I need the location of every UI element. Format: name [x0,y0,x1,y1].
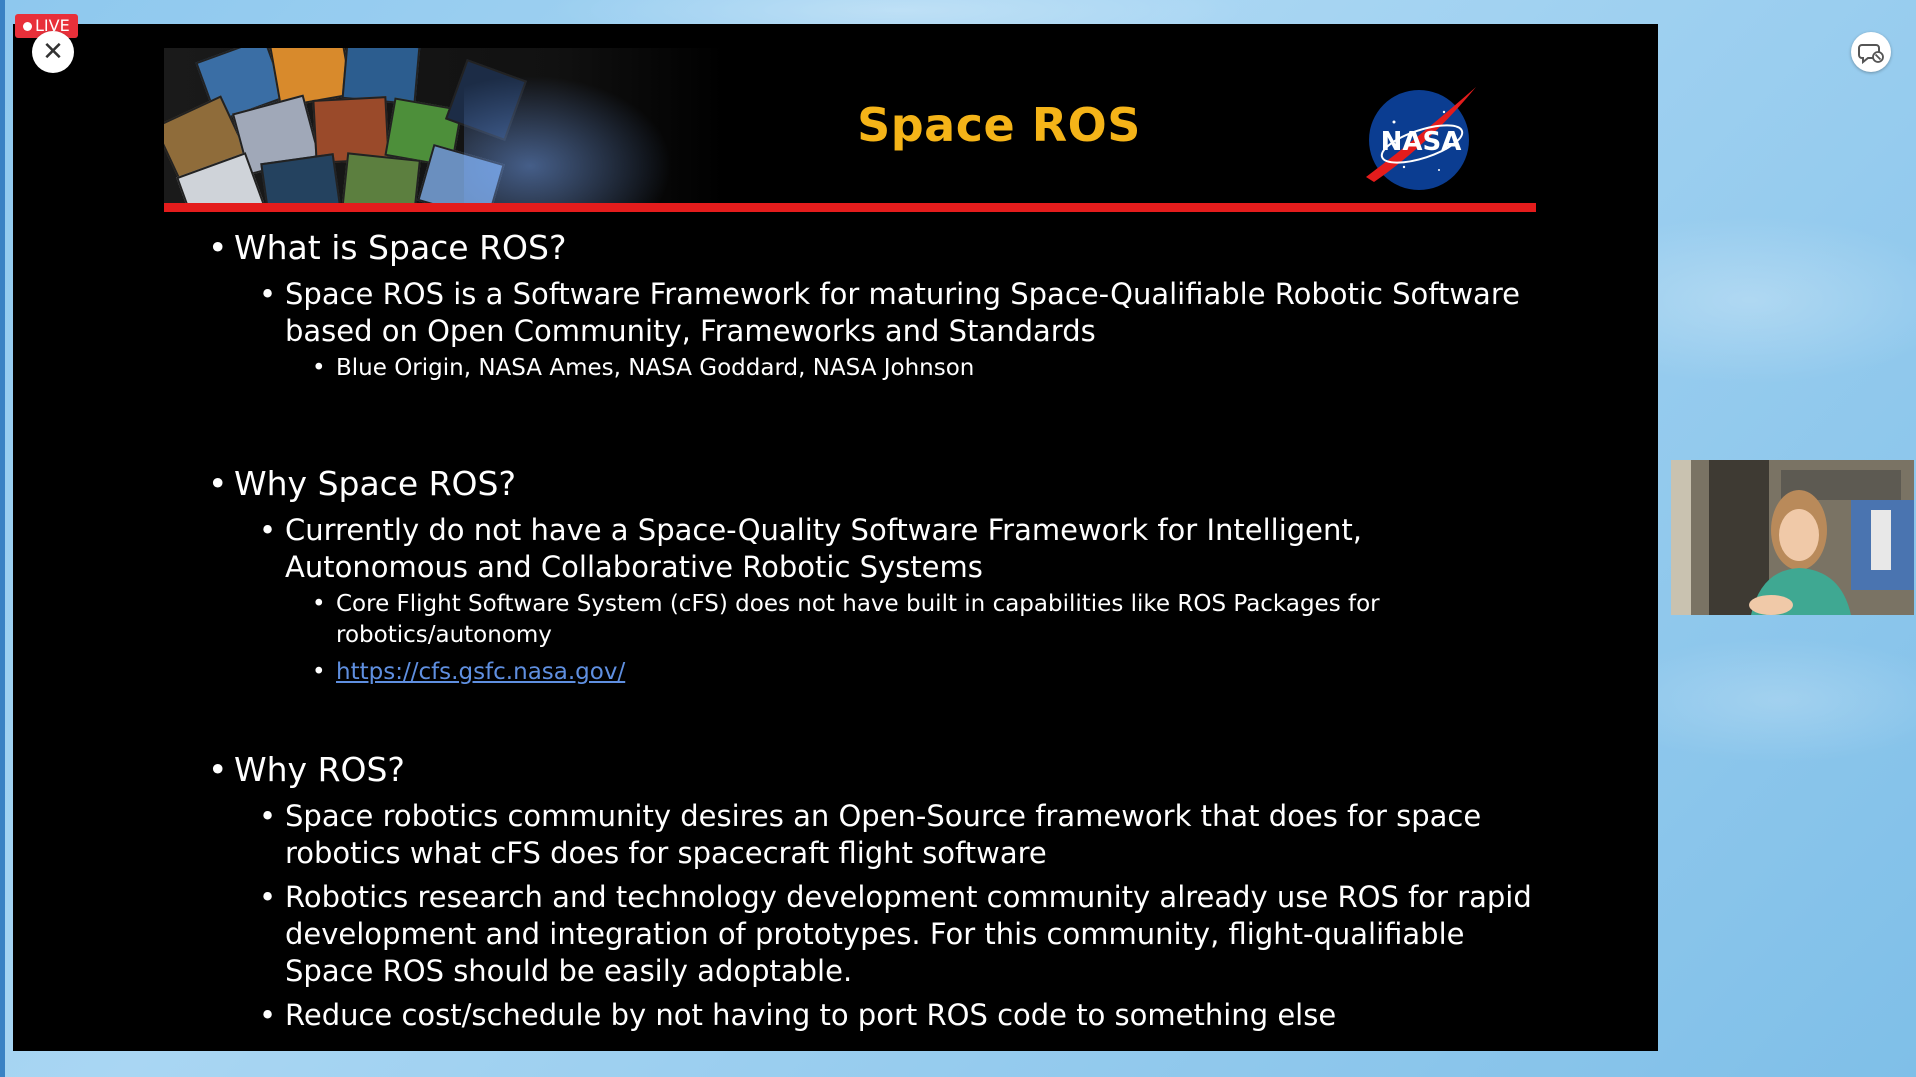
collage-tile [260,153,342,203]
section-heading: • Why Space ROS? [208,464,516,503]
live-indicator-icon [23,22,32,31]
point-line: robotics what cFS does for spacecraft fl… [285,836,1047,870]
bullet-point: • Robotics research and technology devel… [259,879,1532,990]
heading-text: Why ROS? [234,750,405,789]
bullet-icon: • [259,277,277,311]
sub-bullet: • https://cfs.gsfc.nasa.gov/ [312,657,625,688]
bullet-icon: • [312,591,326,617]
nasa-logo: NASA [1364,82,1479,197]
sub-bullet: • Blue Origin, NASA Ames, NASA Goddard, … [312,353,975,384]
chat-button[interactable] [1851,32,1891,72]
heading-text: Why Space ROS? [234,464,516,503]
close-button[interactable]: ✕ [32,31,74,73]
bullet-icon: • [259,799,277,833]
sub-line: Core Flight Software System (cFS) does n… [336,591,1380,617]
window-edge [0,0,5,1077]
point-line: Reduce cost/schedule by not having to po… [285,998,1337,1032]
heading-text: What is Space ROS? [234,228,567,267]
bullet-icon: • [259,880,277,914]
bullet-point: • Space ROS is a Software Framework for … [259,276,1520,350]
bullet-icon: • [208,750,228,789]
bullet-icon: • [259,998,277,1032]
bullet-icon: • [312,355,326,381]
point-line: development and integration of prototype… [285,917,1465,951]
bullet-point: • Space robotics community desires an Op… [259,798,1482,872]
point-line: Currently do not have a Space-Quality So… [285,513,1362,547]
bullet-point: • Currently do not have a Space-Quality … [259,512,1362,586]
slide-title: Space ROS [857,98,1141,152]
point-line: Autonomous and Collaborative Robotic Sys… [285,550,983,584]
logo-text: NASA [1381,127,1462,157]
sub-line: robotics/autonomy [336,622,552,648]
bullet-point: • Reduce cost/schedule by not having to … [259,997,1337,1034]
light-burst [464,68,684,203]
image-collage [164,48,724,203]
point-line: Space robotics community desires an Open… [285,799,1482,833]
presentation-stage: Space ROS NASA • What is Space ROS? • Sp… [13,24,1658,1051]
section-heading: • What is Space ROS? [208,228,567,267]
point-line: Robotics research and technology develop… [285,880,1532,914]
slide: Space ROS NASA • What is Space ROS? • Sp… [164,48,1536,1048]
speaker-video-thumbnail[interactable] [1671,460,1914,615]
bullet-icon: • [208,228,228,267]
collage-tile [341,152,421,203]
sub-line: Blue Origin, NASA Ames, NASA Goddard, NA… [336,355,975,381]
chat-bubble-icon [1858,44,1884,65]
bullet-icon: • [208,464,228,503]
point-line: based on Open Community, Frameworks and … [285,314,1096,348]
point-line: Space ROS should be easily adoptable. [285,954,853,988]
close-icon: ✕ [42,37,64,67]
bullet-icon: • [259,513,277,547]
section-heading: • Why ROS? [208,750,405,789]
sub-bullet: • Core Flight Software System (cFS) does… [312,589,1380,651]
bullet-icon: • [312,659,326,685]
title-divider [164,203,1536,212]
point-line: Space ROS is a Software Framework for ma… [285,277,1520,311]
cfs-link[interactable]: https://cfs.gsfc.nasa.gov/ [336,659,625,685]
